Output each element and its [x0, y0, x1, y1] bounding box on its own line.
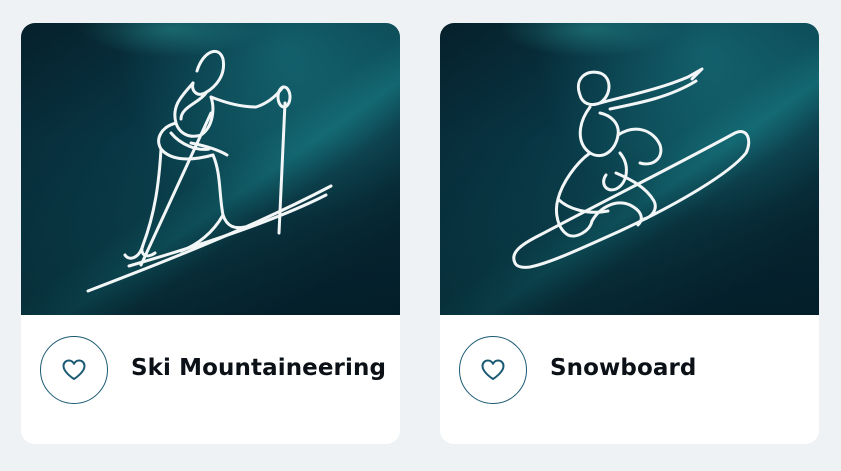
activity-card-ski-mountaineering[interactable]: Ski Mountaineering	[21, 23, 400, 444]
heart-outline-icon	[481, 359, 505, 380]
favorite-button[interactable]	[40, 336, 108, 404]
card-image-snowboard[interactable]	[440, 23, 819, 315]
card-footer: Ski Mountaineering	[21, 315, 400, 444]
ski-mountaineer-illustration	[86, 49, 333, 293]
card-image-ski-mountaineering[interactable]	[21, 23, 400, 315]
card-title[interactable]: Ski Mountaineering	[131, 355, 386, 381]
card-title[interactable]: Snowboard	[550, 355, 696, 381]
snowboarder-illustration	[512, 67, 751, 269]
favorite-button[interactable]	[459, 336, 527, 404]
heart-outline-icon	[62, 359, 86, 380]
card-footer: Snowboard	[440, 315, 819, 444]
activity-card-snowboard[interactable]: Snowboard	[440, 23, 819, 444]
